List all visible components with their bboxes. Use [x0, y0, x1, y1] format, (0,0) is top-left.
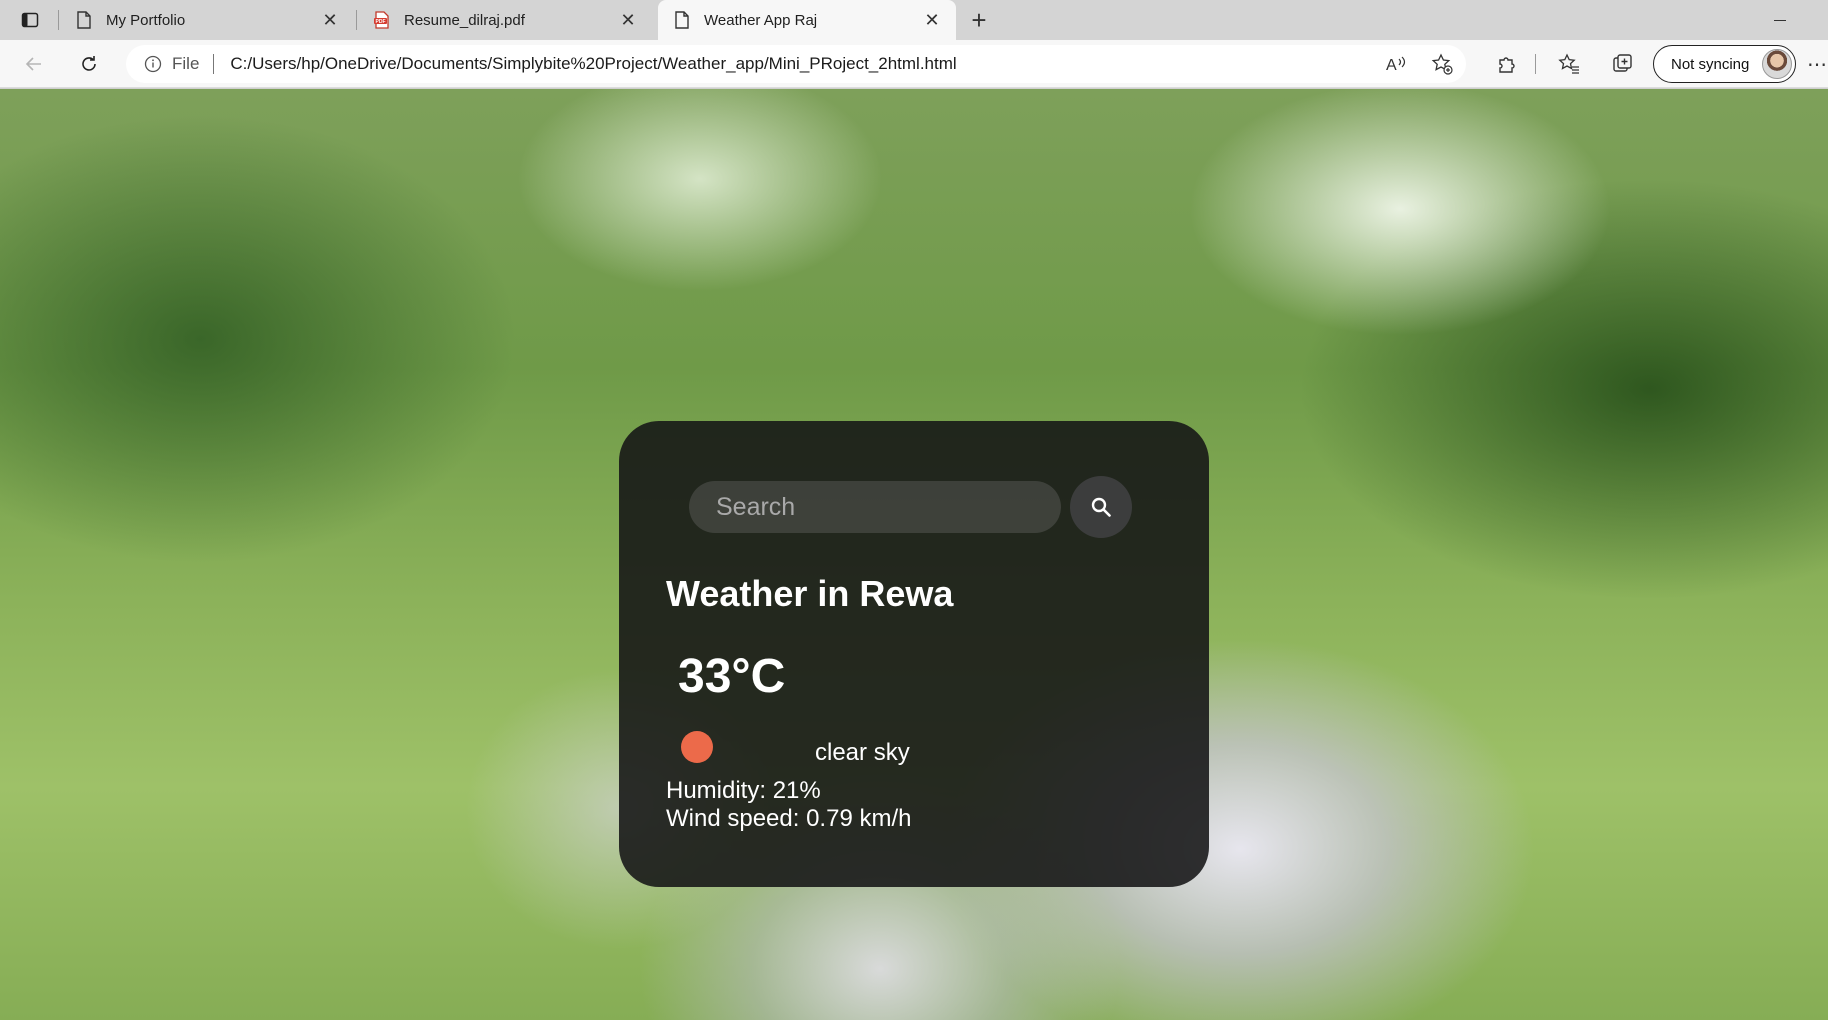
close-icon[interactable]: ✕: [922, 10, 942, 30]
tab-separator: [356, 10, 357, 30]
page-icon: [672, 10, 692, 30]
minimize-button[interactable]: [1760, 4, 1800, 36]
search-input[interactable]: [689, 481, 1061, 533]
info-icon: [144, 55, 162, 73]
back-arrow-icon: [25, 57, 41, 71]
temperature: 33°C: [678, 650, 786, 703]
humidity-text: Humidity: 21%: [666, 777, 821, 804]
favorites-button[interactable]: [1553, 48, 1585, 80]
page-background: Weather in Rewa 33°C clear sky Humidity:…: [0, 89, 1828, 1020]
url-text[interactable]: C:/Users/hp/OneDrive/Documents/Simplybit…: [230, 54, 956, 74]
collections-icon: [1613, 54, 1632, 72]
pdf-icon: PDF: [372, 10, 392, 30]
tab-separator: [58, 10, 59, 30]
tab-actions-button[interactable]: [10, 6, 50, 34]
weather-description: clear sky: [815, 739, 910, 766]
refresh-button[interactable]: [73, 48, 105, 80]
profile-sync-button[interactable]: Not syncing: [1653, 45, 1796, 83]
address-separator: [213, 54, 215, 74]
page-icon: [74, 10, 94, 30]
puzzle-icon: [1499, 57, 1515, 73]
collections-button[interactable]: [1607, 48, 1639, 80]
read-aloud-button[interactable]: A: [1381, 49, 1411, 79]
tab-resume-pdf[interactable]: PDF Resume_dilraj.pdf ✕: [358, 0, 652, 40]
search-icon: [1091, 497, 1111, 517]
toolbar-separator: [1535, 54, 1536, 74]
sync-status-label: Not syncing: [1671, 55, 1750, 73]
browser-toolbar: File C:/Users/hp/OneDrive/Documents/Simp…: [0, 40, 1828, 88]
tab-weather-app[interactable]: Weather App Raj ✕: [658, 0, 956, 40]
read-aloud-icon: A: [1386, 56, 1406, 74]
avatar: [1762, 49, 1792, 79]
pdf-badge-text: PDF: [376, 19, 386, 25]
search-button[interactable]: [1070, 476, 1132, 538]
close-icon[interactable]: ✕: [320, 10, 340, 30]
star-add-icon: [1431, 53, 1453, 75]
tab-actions-icon: [21, 12, 39, 28]
tab-my-portfolio[interactable]: My Portfolio ✕: [60, 0, 354, 40]
weather-condition-icon: [681, 731, 713, 763]
close-icon[interactable]: ✕: [618, 10, 638, 30]
tab-title: Resume_dilraj.pdf: [404, 11, 525, 29]
wind-speed-text: Wind speed: 0.79 km/h: [666, 805, 912, 832]
new-tab-button[interactable]: +: [964, 4, 994, 35]
more-options-button[interactable]: ⋯: [1806, 48, 1828, 80]
tab-title: Weather App Raj: [704, 11, 818, 29]
add-favorite-button[interactable]: [1427, 49, 1457, 79]
svg-text:A: A: [1386, 57, 1397, 74]
back-button[interactable]: [18, 48, 50, 80]
address-bar[interactable]: File C:/Users/hp/OneDrive/Documents/Simp…: [126, 45, 1466, 83]
extensions-button[interactable]: [1491, 48, 1523, 80]
minimize-icon: [1774, 19, 1786, 21]
favorites-icon: [1558, 53, 1579, 74]
refresh-icon: [82, 56, 96, 71]
tab-title: My Portfolio: [106, 11, 186, 29]
weather-card: Weather in Rewa 33°C clear sky Humidity:…: [619, 421, 1209, 887]
scheme-label: File: [172, 54, 200, 73]
tab-strip: My Portfolio ✕ PDF Resume_dilraj.pdf ✕ W…: [0, 0, 1828, 40]
city-title: Weather in Rewa: [666, 573, 954, 614]
plus-icon: +: [971, 4, 987, 35]
ellipsis-icon: ⋯: [1807, 53, 1827, 76]
